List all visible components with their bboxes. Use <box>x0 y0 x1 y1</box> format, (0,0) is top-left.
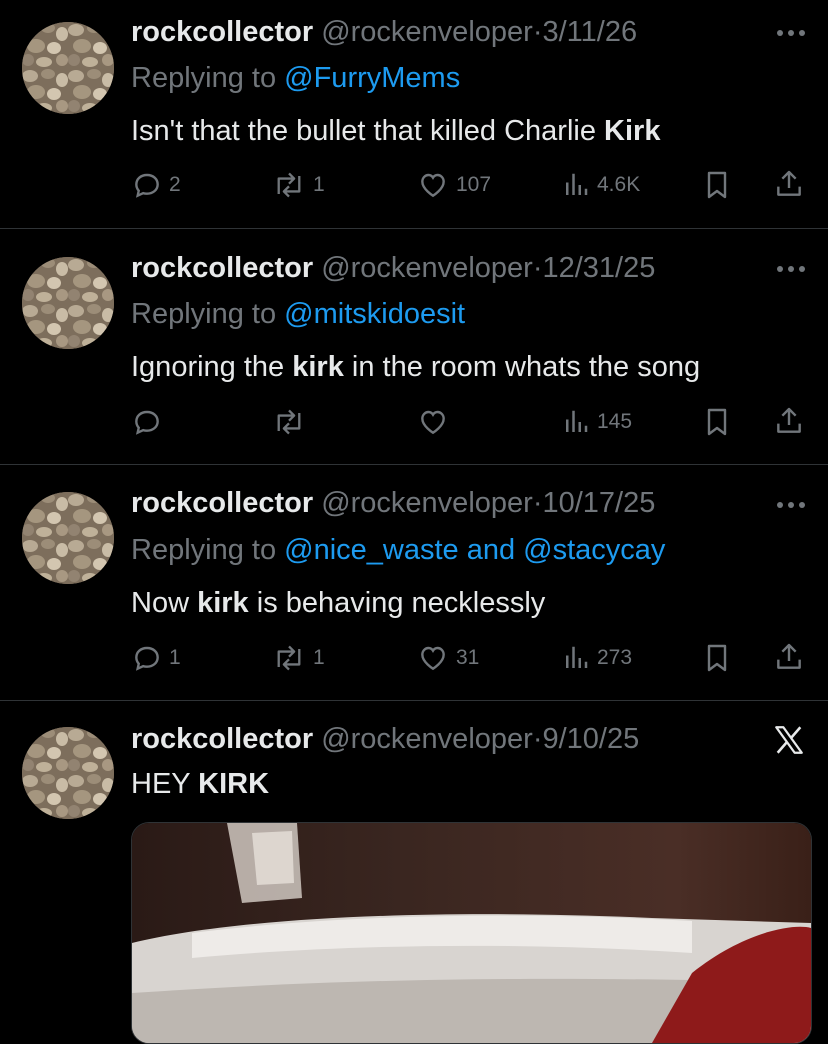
bookmark-icon[interactable] <box>701 406 733 438</box>
action-bar: 145 <box>131 405 811 439</box>
share-icon[interactable] <box>773 168 805 200</box>
avatar[interactable] <box>22 257 114 349</box>
views-count: 273 <box>597 646 633 669</box>
bookmark-icon[interactable] <box>701 642 733 674</box>
share-icon[interactable] <box>773 641 805 673</box>
mention-link[interactable]: @mitskidoesit <box>284 298 465 330</box>
reply-icon <box>135 646 159 671</box>
replying-to: Replying to @nice_waste and @stacycay <box>131 533 665 567</box>
more-icon[interactable] <box>776 498 806 512</box>
repost-button[interactable] <box>271 405 313 439</box>
views-button[interactable]: 145 <box>561 405 632 439</box>
tweet-media-video[interactable] <box>131 822 812 1044</box>
more-icon[interactable] <box>776 26 806 40</box>
tweet-date[interactable]: 3/11/26 <box>542 16 637 48</box>
replying-to: Replying to @FurryMems <box>131 61 460 95</box>
repost-count: 1 <box>313 173 325 196</box>
reply-count: 2 <box>169 173 181 196</box>
tweet-header: rockcollector @rockenveloper·9/10/25 <box>131 722 639 756</box>
tweet-text-bold: KIRK <box>198 768 270 800</box>
tweet-text-part: is behaving necklessly <box>248 587 546 619</box>
views-button[interactable]: 273 <box>561 641 632 675</box>
tweet-date[interactable]: 12/31/25 <box>542 252 655 284</box>
tweet-text: HEY KIRK <box>131 767 269 801</box>
tweet-text: Isn't that the bullet that killed Charli… <box>131 114 660 148</box>
video-thumbnail <box>132 823 811 1043</box>
author-handle[interactable]: @rockenveloper <box>321 252 533 284</box>
tweet-text-part: in the room whats the song <box>343 351 701 383</box>
like-button[interactable] <box>416 405 456 439</box>
replying-label: Replying to <box>131 298 285 330</box>
views-icon <box>566 173 588 195</box>
avatar[interactable] <box>22 492 114 584</box>
tweet-text-bold: kirk <box>292 351 344 383</box>
tweet-text-bold: kirk <box>197 587 249 619</box>
reply-button[interactable]: 1 <box>131 641 181 675</box>
mention-link[interactable]: @nice_waste and @stacycay <box>284 534 665 566</box>
bookmark-icon[interactable] <box>701 169 733 201</box>
reply-icon <box>135 173 159 198</box>
share-icon[interactable] <box>773 405 805 437</box>
tweet-text-part: Ignoring the <box>131 351 293 383</box>
heart-icon <box>421 646 445 671</box>
like-count: 31 <box>456 646 480 669</box>
views-count: 145 <box>597 410 633 433</box>
tweet-text-bold: Kirk <box>604 115 661 147</box>
avatar[interactable] <box>22 727 114 819</box>
tweet-text: Ignoring the kirk in the room whats the … <box>131 350 700 384</box>
views-count: 4.6K <box>597 173 641 196</box>
like-button[interactable]: 107 <box>416 168 491 202</box>
repost-count: 1 <box>313 646 325 669</box>
tweet-3[interactable]: rockcollector @rockenveloper·10/17/25 Re… <box>0 465 828 700</box>
repost-icon <box>277 645 301 671</box>
author-name[interactable]: rockcollector <box>131 252 313 284</box>
reply-button[interactable]: 2 <box>131 168 181 202</box>
reply-button[interactable] <box>131 405 169 439</box>
author-handle[interactable]: @rockenveloper <box>321 487 533 519</box>
x-logo-icon <box>775 726 803 754</box>
tweet-1[interactable]: rockcollector @rockenveloper·3/11/26 Rep… <box>0 0 828 228</box>
tweet-text-part: Now <box>131 587 198 619</box>
author-name[interactable]: rockcollector <box>131 487 313 519</box>
heart-icon <box>421 173 445 198</box>
tweet-text-part: Isn't that the bullet that killed Charli… <box>131 115 605 147</box>
repost-icon <box>277 172 301 198</box>
author-handle[interactable]: @rockenveloper <box>321 723 533 755</box>
tweet-date[interactable]: 10/17/25 <box>542 487 655 519</box>
repost-button[interactable]: 1 <box>271 641 325 675</box>
reply-icon <box>135 410 159 435</box>
like-count: 107 <box>456 173 492 196</box>
replying-label: Replying to <box>131 62 285 94</box>
tweet-header: rockcollector @rockenveloper·3/11/26 <box>131 15 637 49</box>
author-handle[interactable]: @rockenveloper <box>321 16 533 48</box>
replying-label: Replying to <box>131 534 285 566</box>
tweet-header: rockcollector @rockenveloper·12/31/25 <box>131 251 655 285</box>
like-button[interactable]: 31 <box>416 641 479 675</box>
views-button[interactable]: 4.6K <box>561 168 640 202</box>
reply-count: 1 <box>169 646 181 669</box>
repost-icon <box>277 409 301 435</box>
tweet-header: rockcollector @rockenveloper·10/17/25 <box>131 486 655 520</box>
tweet-text: Now kirk is behaving necklessly <box>131 586 545 620</box>
repost-button[interactable]: 1 <box>271 168 325 202</box>
tweet-text-part: HEY <box>131 768 199 800</box>
tweet-2[interactable]: rockcollector @rockenveloper·12/31/25 Re… <box>0 229 828 464</box>
views-icon <box>566 646 588 668</box>
action-bar: 1 1 31 273 <box>131 641 811 675</box>
action-bar: 2 1 107 4.6K <box>131 168 811 202</box>
author-name[interactable]: rockcollector <box>131 723 313 755</box>
tweet-date[interactable]: 9/10/25 <box>542 723 639 755</box>
replying-to: Replying to @mitskidoesit <box>131 297 465 331</box>
mention-link[interactable]: @FurryMems <box>284 62 460 94</box>
views-icon <box>566 410 588 432</box>
heart-icon <box>421 410 445 435</box>
more-icon[interactable] <box>776 262 806 276</box>
avatar[interactable] <box>22 22 114 114</box>
author-name[interactable]: rockcollector <box>131 16 313 48</box>
